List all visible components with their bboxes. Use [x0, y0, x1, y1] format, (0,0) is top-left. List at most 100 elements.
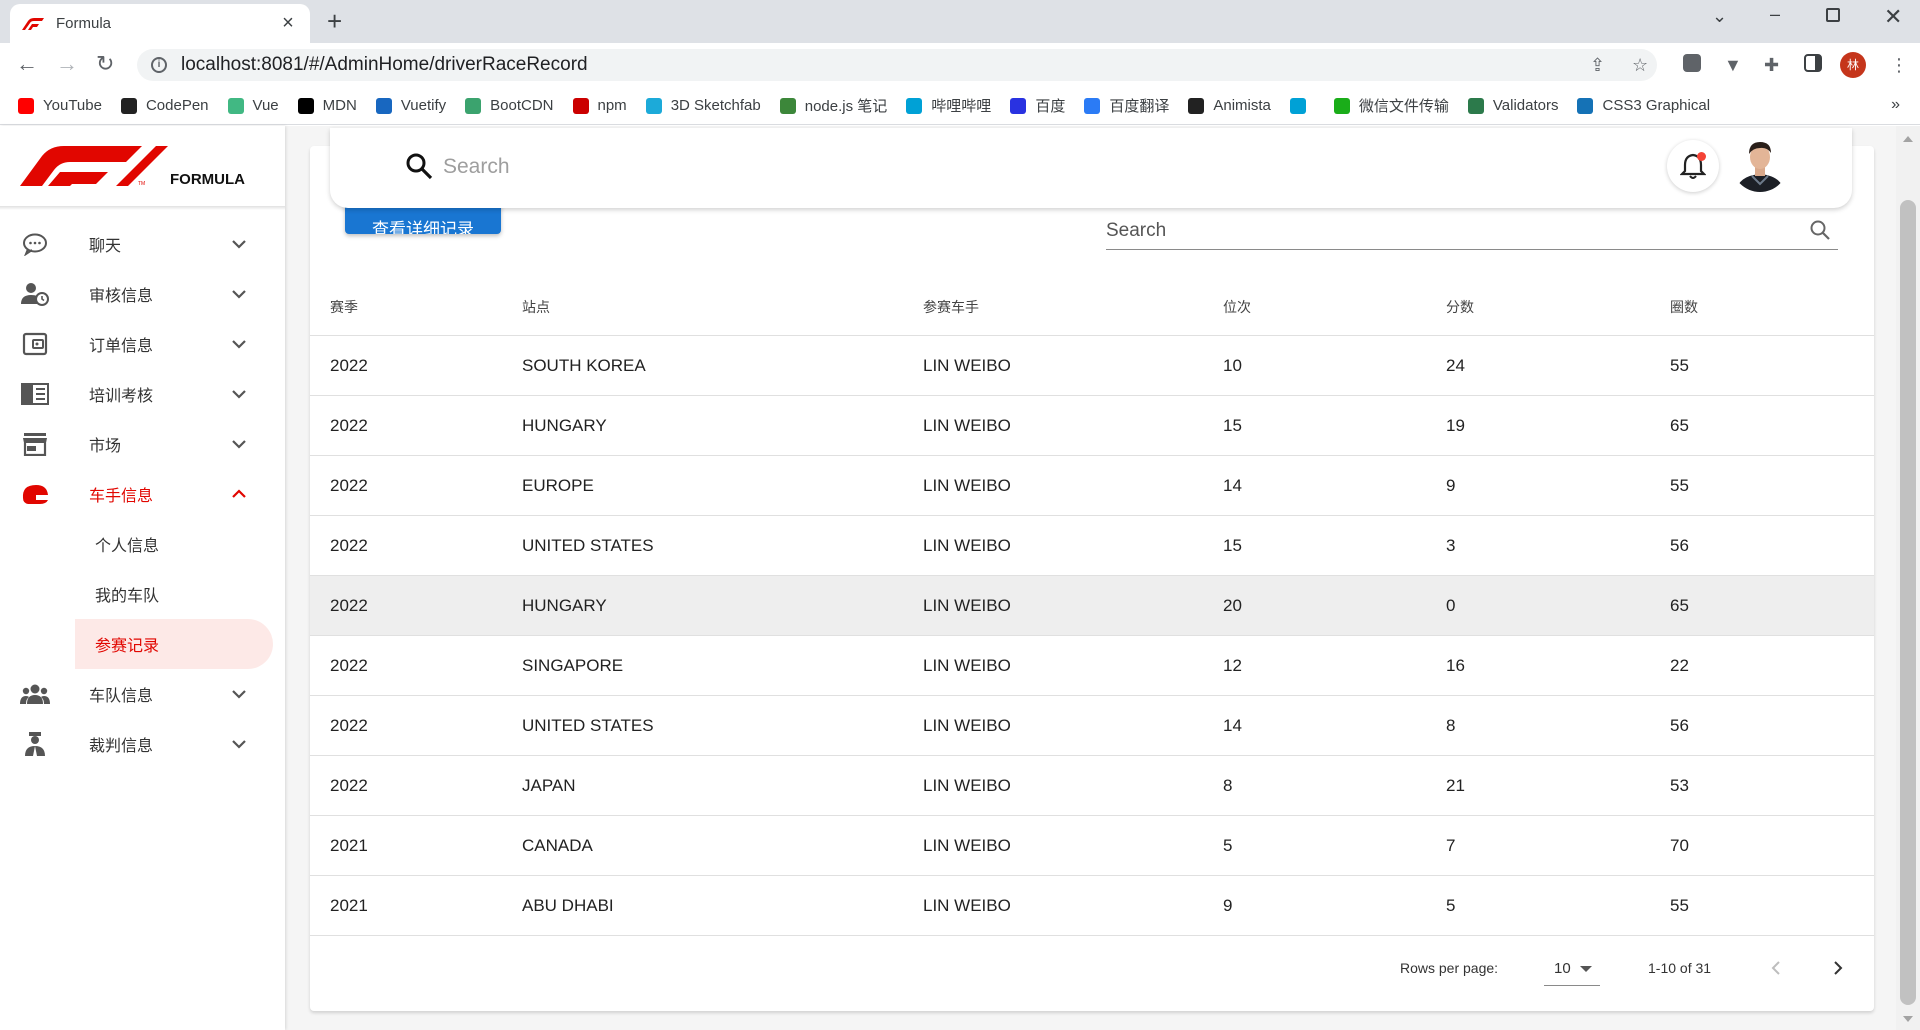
- bookmark-item[interactable]: node.js 笔记: [779, 95, 887, 116]
- table-cell: SOUTH KOREA: [522, 355, 646, 375]
- column-header[interactable]: 圈数: [1670, 278, 1698, 335]
- bookmark-item[interactable]: Vue: [227, 97, 279, 114]
- dropdown-arrow-icon: [1580, 966, 1592, 972]
- table-cell: 16: [1446, 655, 1465, 675]
- global-search-input[interactable]: Search: [443, 155, 510, 179]
- bookmark-star-icon[interactable]: ☆: [1632, 55, 1648, 76]
- extensions-puzzle-icon[interactable]: ✚: [1764, 55, 1779, 76]
- next-page-button[interactable]: [1823, 953, 1853, 983]
- share-icon[interactable]: ⇪: [1590, 55, 1605, 76]
- bookmark-item[interactable]: [1289, 97, 1315, 114]
- bookmark-item[interactable]: Vuetify: [375, 97, 446, 114]
- vue-devtools-icon[interactable]: ▼: [1724, 55, 1742, 76]
- bookmark-item[interactable]: npm: [572, 97, 627, 114]
- chevron-down-icon[interactable]: [229, 384, 249, 404]
- table-row[interactable]: 2022 SOUTH KOREA LIN WEIBO 10 24 55: [310, 336, 1874, 396]
- scroll-down-icon[interactable]: [1903, 1016, 1913, 1022]
- column-header[interactable]: 赛季: [330, 278, 358, 335]
- bookmark-item[interactable]: 哔哩哔哩: [906, 95, 991, 116]
- sidebar-item-chat[interactable]: 聊天: [0, 219, 285, 269]
- browser-menu-icon[interactable]: ⋮: [1890, 55, 1908, 76]
- sidebar-item-referee-info[interactable]: 裁判信息: [0, 719, 285, 769]
- bookmark-item[interactable]: 微信文件传输: [1333, 95, 1449, 116]
- sidebar-item-label: 车队信息: [89, 688, 154, 705]
- chevron-down-icon[interactable]: [229, 284, 249, 304]
- formula-logo[interactable]: TM FORMULA: [20, 144, 270, 189]
- sidebar-item-orders[interactable]: 订单信息: [0, 319, 285, 369]
- table-row[interactable]: 2022 SINGAPORE LIN WEIBO 12 16 22: [310, 636, 1874, 696]
- bookmark-item[interactable]: YouTube: [18, 97, 102, 114]
- column-header[interactable]: 参赛车手: [923, 278, 979, 335]
- chevron-down-icon[interactable]: [229, 734, 249, 754]
- bookmark-item[interactable]: 百度翻译: [1084, 95, 1169, 116]
- back-arrow-icon[interactable]: ←: [16, 52, 38, 76]
- bookmarks-bar: YouTube CodePen Vue MDN Vuetify BootCDN npm 3D …: [0, 87, 1920, 125]
- sidebar-item-training[interactable]: 培训考核: [0, 369, 285, 419]
- side-panel-icon[interactable]: [1804, 54, 1822, 72]
- forward-arrow-icon[interactable]: →: [56, 52, 78, 76]
- bookmark-item[interactable]: CSS3 Graphical: [1577, 97, 1710, 114]
- table-cell: 9: [1446, 475, 1456, 495]
- extension-icon[interactable]: [1683, 54, 1701, 72]
- chevron-down-icon[interactable]: [229, 434, 249, 454]
- site-info-icon[interactable]: i: [151, 57, 167, 73]
- table-cell: 14: [1223, 475, 1242, 495]
- bookmark-item[interactable]: 百度: [1010, 95, 1065, 116]
- column-header[interactable]: 站点: [522, 278, 550, 335]
- bookmark-item[interactable]: Validators: [1467, 97, 1558, 114]
- notifications-button[interactable]: [1667, 140, 1719, 192]
- table-row[interactable]: 2022 HUNGARY LIN WEIBO 20 0 65: [310, 576, 1874, 636]
- search-icon[interactable]: [405, 152, 433, 180]
- bookmark-favicon-icon: [1467, 97, 1484, 114]
- scroll-thumb[interactable]: [1900, 200, 1916, 1005]
- table-row[interactable]: 2021 CANADA LIN WEIBO 5 7 70: [310, 816, 1874, 876]
- sidebar-item-review[interactable]: 审核信息: [0, 269, 285, 319]
- bookmark-item[interactable]: 3D Sketchfab: [645, 97, 761, 114]
- column-header[interactable]: 位次: [1223, 278, 1251, 335]
- browser-tab[interactable]: Formula ×: [10, 4, 310, 43]
- sidebar-subitem-race-records[interactable]: 参赛记录: [75, 619, 273, 669]
- minimize-icon[interactable]: –: [1770, 4, 1780, 25]
- table-cell: LIN WEIBO: [923, 595, 1011, 615]
- table-row[interactable]: 2022 HUNGARY LIN WEIBO 15 19 65: [310, 396, 1874, 456]
- close-window-icon[interactable]: ✕: [1884, 4, 1902, 30]
- bookmarks-more-icon[interactable]: »: [1891, 96, 1900, 114]
- table-row[interactable]: 2022 EUROPE LIN WEIBO 14 9 55: [310, 456, 1874, 516]
- browser-profile-avatar[interactable]: 林: [1840, 52, 1866, 78]
- table-row[interactable]: 2022 JAPAN LIN WEIBO 8 21 53: [310, 756, 1874, 816]
- user-avatar[interactable]: [1732, 136, 1788, 192]
- bookmark-item[interactable]: CodePen: [120, 97, 209, 114]
- table-search-field[interactable]: Search: [1106, 208, 1838, 250]
- new-tab-icon[interactable]: +: [327, 8, 342, 34]
- table-row[interactable]: 2022 UNITED STATES LIN WEIBO 14 8 56: [310, 696, 1874, 756]
- close-tab-icon[interactable]: ×: [278, 12, 298, 35]
- bookmark-item[interactable]: BootCDN: [465, 97, 554, 114]
- sidebar-item-driver-info[interactable]: 车手信息: [0, 469, 285, 519]
- sidebar-subitem-personal-info[interactable]: 个人信息: [75, 519, 273, 569]
- table-cell: CANADA: [522, 835, 593, 855]
- sidebar-subitem-my-team[interactable]: 我的车队: [75, 569, 273, 619]
- bookmark-item[interactable]: Animista: [1188, 97, 1271, 114]
- tab-search-chevron-icon[interactable]: ⌄: [1712, 6, 1727, 27]
- rows-per-page-select[interactable]: 10: [1544, 952, 1600, 986]
- restore-icon[interactable]: [1826, 8, 1840, 22]
- previous-page-button[interactable]: [1761, 953, 1791, 983]
- scroll-up-icon[interactable]: [1903, 136, 1913, 142]
- chevron-down-icon[interactable]: [229, 684, 249, 704]
- chevron-down-icon[interactable]: [229, 334, 249, 354]
- sidebar-item-market[interactable]: 市场: [0, 419, 285, 469]
- magnify-icon[interactable]: [1808, 218, 1832, 242]
- address-url[interactable]: localhost:8081/#/AdminHome/driverRaceRec…: [181, 54, 588, 76]
- chevron-down-icon[interactable]: [229, 234, 249, 254]
- bookmark-favicon-icon: [1333, 97, 1350, 114]
- chevron-left-icon: [1771, 961, 1780, 975]
- bookmark-item[interactable]: MDN: [297, 97, 357, 114]
- reload-icon[interactable]: ↻: [96, 52, 114, 76]
- table-cell: 53: [1670, 775, 1689, 795]
- table-row[interactable]: 2022 UNITED STATES LIN WEIBO 15 3 56: [310, 516, 1874, 576]
- page-scrollbar[interactable]: [1896, 126, 1920, 1030]
- column-header[interactable]: 分数: [1446, 278, 1474, 335]
- address-bar[interactable]: i localhost:8081/#/AdminHome/driverRaceR…: [137, 49, 1657, 81]
- sidebar-item-team-info[interactable]: 车队信息: [0, 669, 285, 719]
- chevron-up-icon[interactable]: [229, 484, 249, 504]
